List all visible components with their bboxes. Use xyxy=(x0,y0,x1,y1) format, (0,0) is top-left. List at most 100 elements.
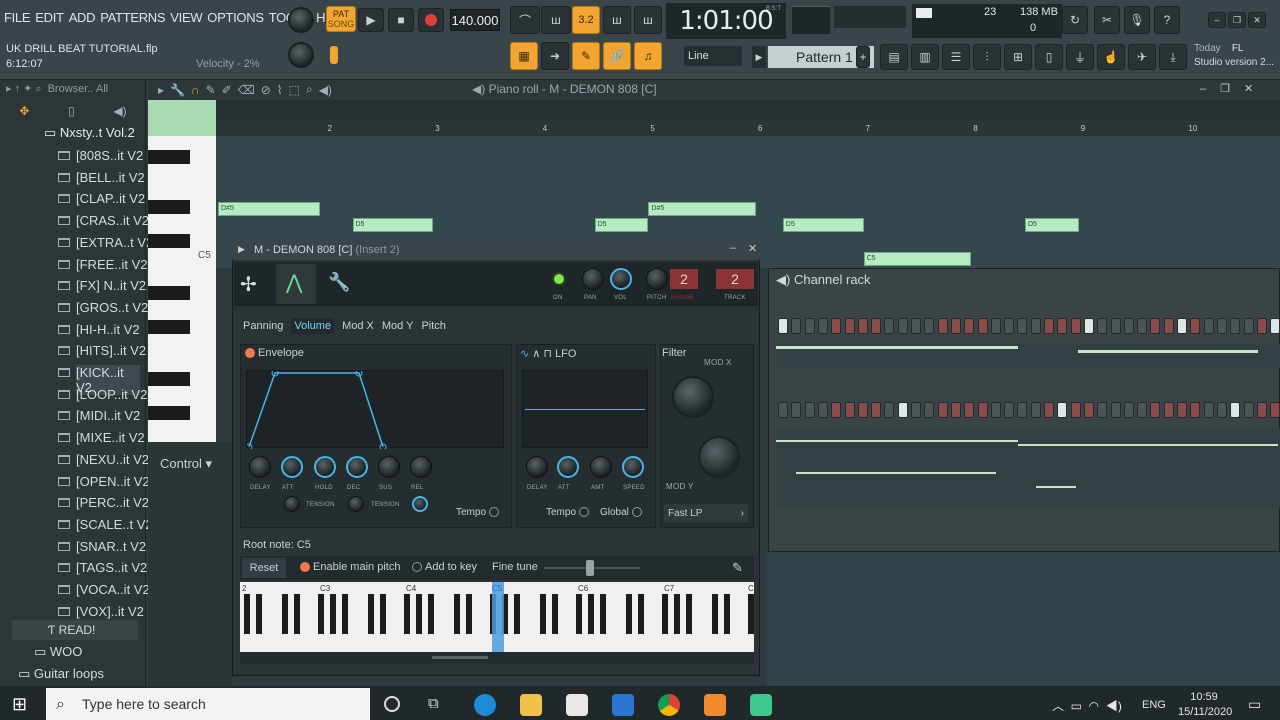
step-button[interactable] xyxy=(871,402,882,418)
delete-tool-icon[interactable]: ⌫ xyxy=(238,83,255,97)
audio-input-button[interactable]: 🎙 xyxy=(1124,6,1150,34)
piano-roll-keyboard[interactable] xyxy=(148,136,216,442)
filter-resonance-knob[interactable] xyxy=(698,436,740,478)
step-button[interactable] xyxy=(1004,402,1015,418)
plugin-picker-button[interactable]: ⏚ xyxy=(1066,44,1094,70)
pat-song-toggle[interactable]: PAT SONG xyxy=(326,6,356,32)
black-key[interactable] xyxy=(626,594,632,634)
step-button[interactable] xyxy=(924,318,935,334)
browser-item[interactable]: [CRAS..it V2 xyxy=(76,213,149,228)
step-button[interactable] xyxy=(857,318,868,334)
browser-item[interactable]: [HI-H..it V2 xyxy=(76,322,140,337)
black-key[interactable] xyxy=(148,150,190,164)
step-button[interactable] xyxy=(977,318,988,334)
piano-roll-note[interactable]: D5 xyxy=(782,218,864,232)
browser-item[interactable]: [SNAR..t V2 xyxy=(76,539,146,554)
black-key[interactable] xyxy=(674,594,680,634)
playback-tool-icon[interactable]: ◀) xyxy=(319,83,332,97)
black-key[interactable] xyxy=(148,406,190,420)
tab-pitch[interactable]: Pitch xyxy=(421,320,445,332)
reset-button[interactable]: Reset xyxy=(242,558,286,578)
black-key[interactable] xyxy=(540,594,546,634)
draw-tool-button[interactable]: ✎ xyxy=(572,42,600,70)
step-button[interactable] xyxy=(950,318,961,334)
close-button[interactable]: ✕ xyxy=(1248,12,1266,28)
step-button[interactable] xyxy=(897,402,908,418)
tempo-display[interactable]: 140.000 xyxy=(450,9,500,31)
pr-maximize-icon[interactable]: ❐ xyxy=(1220,82,1230,95)
menu-view[interactable]: VIEW xyxy=(170,10,202,25)
language-indicator[interactable]: ENG xyxy=(1142,699,1166,711)
black-key[interactable] xyxy=(712,594,718,634)
browser-item[interactable]: [808S..it V2 xyxy=(76,148,143,163)
step-button[interactable] xyxy=(1083,318,1094,334)
black-key[interactable] xyxy=(724,594,730,634)
menu-add[interactable]: ADD xyxy=(69,10,96,25)
step-button[interactable] xyxy=(1057,318,1068,334)
black-key[interactable] xyxy=(404,594,410,634)
snap-next-button[interactable]: ➜ xyxy=(541,42,569,70)
step-button[interactable] xyxy=(1256,402,1267,418)
step-button[interactable] xyxy=(1110,402,1121,418)
black-key[interactable] xyxy=(148,200,190,214)
browser-item[interactable]: [SCALE..t V2 xyxy=(76,517,153,532)
step-button[interactable] xyxy=(1270,402,1280,418)
lfo-amt-knob[interactable] xyxy=(590,456,612,478)
black-key[interactable] xyxy=(256,594,262,634)
browser-item[interactable]: [NEXU..it V2 xyxy=(76,452,149,467)
add-to-key-toggle[interactable]: Add to key xyxy=(412,561,477,573)
black-key[interactable] xyxy=(282,594,288,634)
stop-button[interactable]: ■ xyxy=(388,8,414,32)
step-button[interactable] xyxy=(804,402,815,418)
playlist-view-button[interactable]: ▦ xyxy=(510,42,538,70)
attack-tension-knob[interactable] xyxy=(284,496,300,512)
loop-record-button[interactable]: ш xyxy=(634,6,662,34)
step-button[interactable] xyxy=(950,402,961,418)
piano-roll-preview-row[interactable] xyxy=(776,344,1280,368)
black-key[interactable] xyxy=(342,594,348,634)
browser-item[interactable]: [FX] N..it V2 xyxy=(76,278,146,293)
black-key[interactable] xyxy=(686,594,692,634)
step-button[interactable] xyxy=(990,402,1001,418)
black-key[interactable] xyxy=(368,594,374,634)
black-key[interactable] xyxy=(552,594,558,634)
woo-folder[interactable]: ▭ WOO xyxy=(34,644,82,660)
touch-controller-button[interactable]: ☝ xyxy=(1097,44,1125,70)
news-studio-version[interactable]: Studio version 2... xyxy=(1194,57,1274,68)
filter-type-select[interactable]: Fast LP › xyxy=(664,504,748,522)
black-key[interactable] xyxy=(148,286,190,300)
browser-item[interactable]: [FREE..it V2 xyxy=(76,257,148,272)
step-button[interactable] xyxy=(791,318,802,334)
browser-speaker-icon[interactable]: ◀) xyxy=(113,104,126,118)
step-button[interactable] xyxy=(1256,318,1267,334)
step-button[interactable] xyxy=(1243,402,1254,418)
step-button[interactable] xyxy=(817,402,828,418)
browser-filter[interactable]: Browser.. All xyxy=(48,83,109,95)
step-button[interactable] xyxy=(1057,402,1068,418)
range-box[interactable]: 2 xyxy=(670,269,698,289)
tab-volume[interactable]: Volume xyxy=(291,318,335,334)
countdown-button[interactable]: 3.2 xyxy=(572,6,600,34)
step-button[interactable] xyxy=(1163,318,1174,334)
step-button[interactable] xyxy=(1230,318,1241,334)
channel-rack-window-button[interactable]: ☰ xyxy=(942,44,970,70)
channel-settings-window-button[interactable]: ⊞ xyxy=(1004,44,1032,70)
step-button[interactable] xyxy=(1123,402,1134,418)
step-button[interactable] xyxy=(1030,402,1041,418)
channel-menu-icon[interactable]: ▶ xyxy=(238,244,245,255)
step-button[interactable] xyxy=(977,402,988,418)
brush-tool-icon[interactable]: ✐ xyxy=(222,83,232,97)
browser-item[interactable]: [MIDI..it V2 xyxy=(76,408,140,423)
step-button[interactable] xyxy=(857,402,868,418)
step-button[interactable] xyxy=(964,402,975,418)
piano-roll-timeline[interactable] xyxy=(216,120,1280,136)
step-edit-button[interactable]: ш xyxy=(603,6,631,34)
file-explorer-icon[interactable] xyxy=(520,694,542,716)
step-button[interactable] xyxy=(924,402,935,418)
menu-patterns[interactable]: PATTERNS xyxy=(100,10,165,25)
step-button[interactable] xyxy=(1070,402,1081,418)
system-tray-icons[interactable]: ︿ ▭ ◠ ◀) xyxy=(1052,697,1122,714)
black-key[interactable] xyxy=(576,594,582,634)
browser-item[interactable]: [PERC..it V2 xyxy=(76,495,149,510)
step-button[interactable] xyxy=(1030,318,1041,334)
